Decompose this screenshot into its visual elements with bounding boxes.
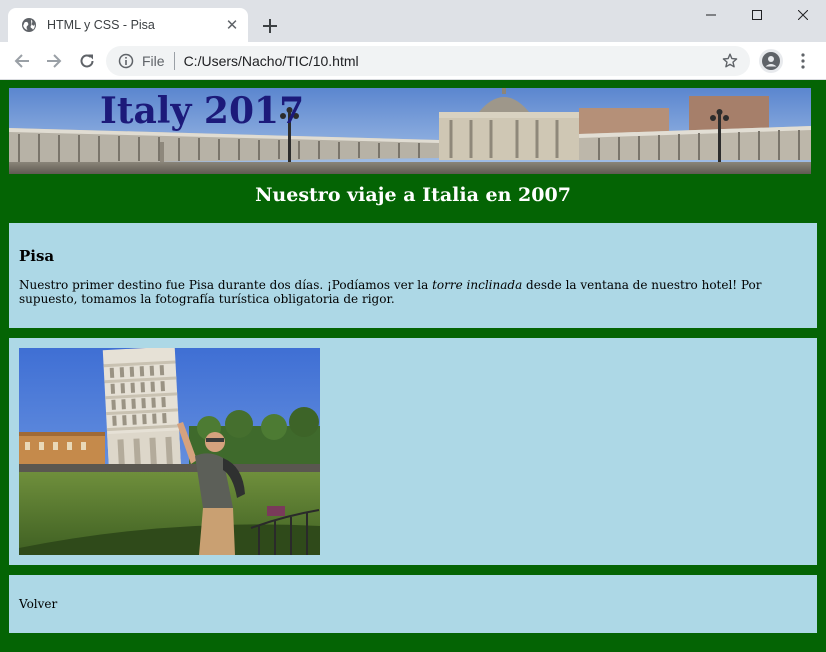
reload-button[interactable] [73, 47, 101, 75]
section-title: Pisa [19, 247, 55, 265]
tourist-photo-illustration [19, 348, 320, 555]
menu-icon[interactable] [791, 49, 815, 73]
star-icon[interactable] [718, 49, 742, 73]
banner-title: Italy 2017 [100, 90, 305, 132]
header-banner-image: Italy 2017 [9, 88, 811, 174]
photo-section [9, 338, 817, 565]
paragraph-emphasis: torre inclinada [432, 278, 523, 292]
arrow-right-icon [47, 54, 62, 68]
maximize-icon [752, 10, 762, 20]
browser-chrome: HTML y CSS - Pisa ✕ File C:/Users/Nacho/… [0, 0, 826, 80]
close-window-button[interactable] [780, 0, 826, 30]
maximize-button[interactable] [734, 0, 780, 30]
leaning-tower-photo [19, 348, 320, 555]
tab-title: HTML y CSS - Pisa [47, 18, 155, 32]
close-icon[interactable]: ✕ [222, 15, 242, 35]
browser-tab[interactable]: HTML y CSS - Pisa ✕ [8, 8, 248, 42]
arrow-left-icon [14, 54, 29, 68]
url-text[interactable]: C:/Users/Nacho/TIC/10.html [184, 53, 718, 69]
new-tab-button[interactable] [258, 14, 282, 38]
pisa-section: Pisa Nuestro primer destino fue Pisa dur… [9, 223, 817, 328]
profile-avatar-icon[interactable] [759, 49, 783, 73]
paragraph-text-start: Nuestro primer destino fue Pisa durante … [19, 278, 433, 292]
browser-toolbar: File C:/Users/Nacho/TIC/10.html [0, 42, 826, 80]
section-paragraph: Nuestro primer destino fue Pisa durante … [19, 278, 799, 306]
minimize-icon [706, 14, 716, 16]
back-button[interactable] [8, 47, 36, 75]
plus-icon [263, 19, 277, 33]
reload-icon [80, 54, 94, 68]
window-controls [688, 0, 826, 30]
tab-strip: HTML y CSS - Pisa ✕ [0, 0, 826, 42]
close-window-icon [798, 10, 808, 20]
back-link[interactable]: Volver [19, 597, 57, 611]
info-icon[interactable] [118, 53, 134, 69]
forward-button[interactable] [40, 47, 68, 75]
globe-icon [21, 17, 37, 33]
page-heading: Nuestro viaje a Italia en 2007 [255, 184, 571, 206]
address-separator [173, 52, 175, 70]
address-bar[interactable]: File C:/Users/Nacho/TIC/10.html [106, 46, 750, 76]
footer-section: Volver [9, 575, 817, 633]
minimize-button[interactable] [688, 0, 734, 30]
page-viewport: Italy 2017 Nuestro viaje a Italia en 200… [0, 80, 826, 652]
scheme-label: File [142, 53, 165, 69]
